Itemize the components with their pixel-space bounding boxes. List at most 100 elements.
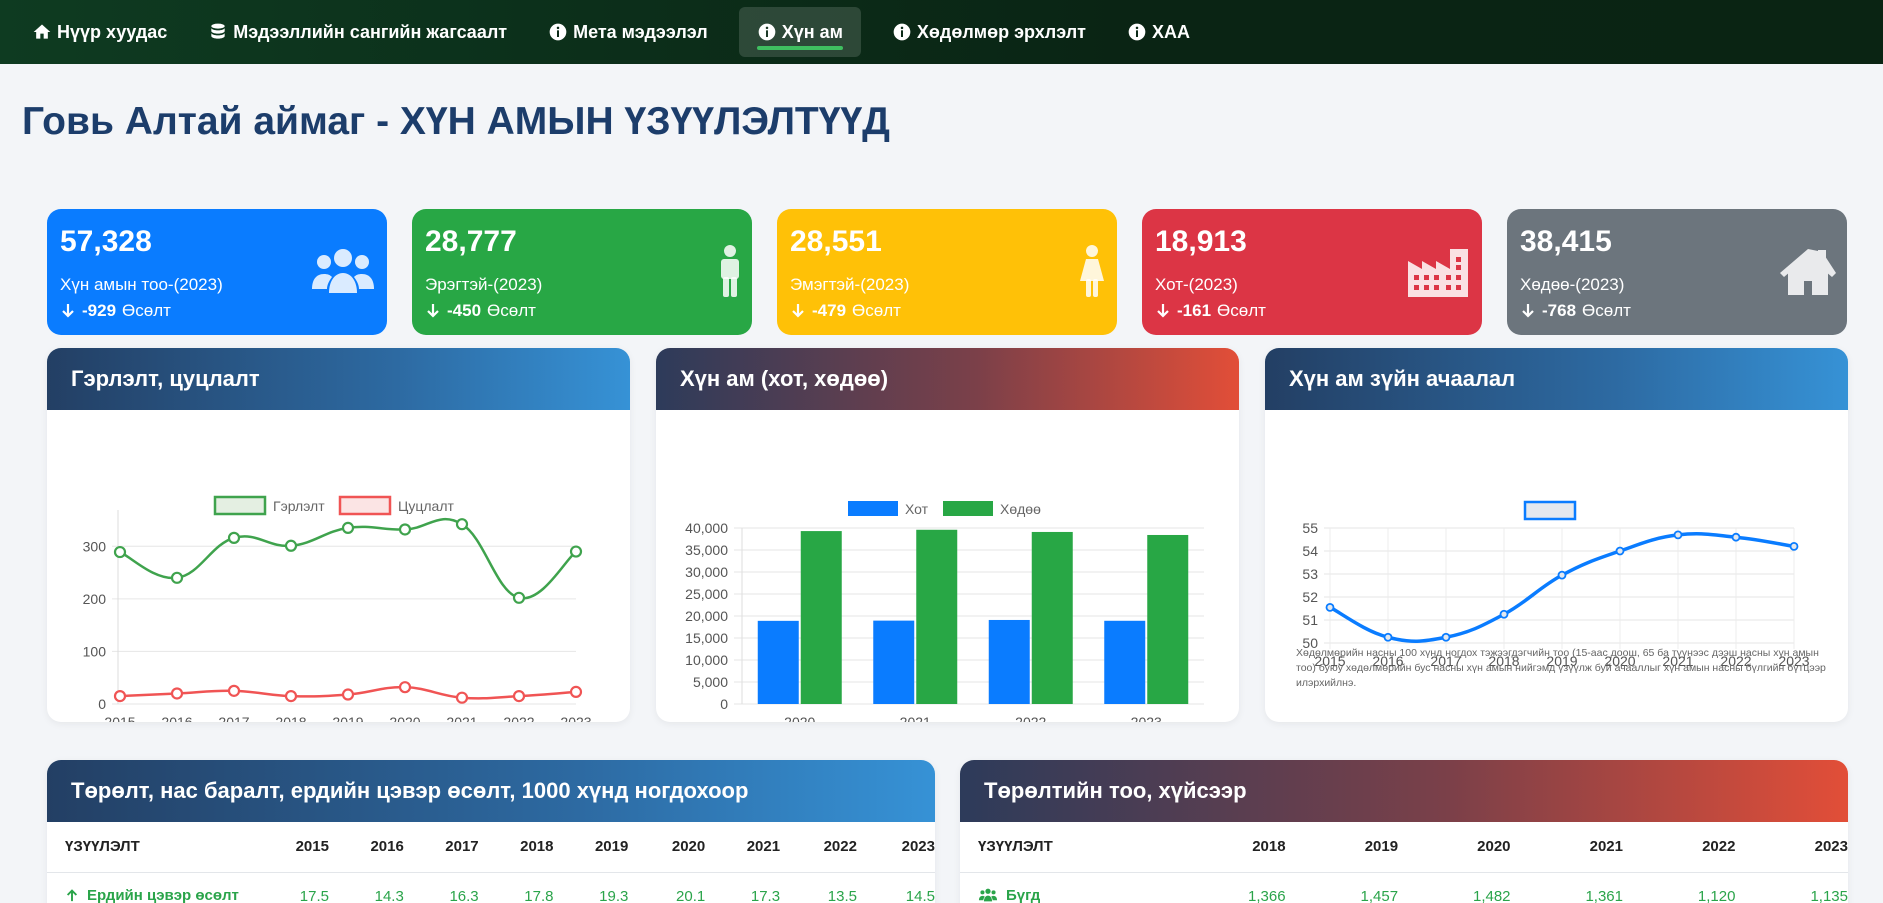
data-point — [284, 690, 298, 703]
stat-change-label: Өсөлт — [487, 301, 536, 320]
nav-item-database-list[interactable]: Мэдээллийн сангийн жагсаалт — [198, 7, 517, 57]
y-tick-label: 200 — [83, 591, 107, 607]
table-header: 2020 — [628, 822, 706, 873]
nav-item-employment[interactable]: Хөдөлмөр эрхлэлт — [882, 7, 1096, 57]
table-cell: 16.3 — [449, 887, 479, 903]
panel-marriage-divorce: Гэрлэлт, цуцлалт 0 100 200 300 2015 2016 2017 2… — [47, 348, 630, 722]
male-icon — [718, 245, 742, 302]
y-tick-label: 30,000 — [685, 564, 728, 580]
table-header: 2020 — [1398, 822, 1511, 873]
nav-item-label: ХАА — [1151, 21, 1190, 42]
table-header: 2022 — [1623, 822, 1736, 873]
stat-change: -479 Өсөлт — [790, 301, 1104, 321]
stat-label: Эрэгтэй-(2023) — [425, 275, 543, 294]
legend-label: Гэрлэлт — [273, 498, 325, 514]
table-header: 2016 — [328, 822, 404, 873]
table-cell: 14.3 — [374, 887, 404, 903]
y-tick-label: 55 — [1302, 520, 1318, 536]
data-point — [569, 685, 583, 699]
top-nav: Нүүр хуудас Мэдээллийн сангийн жагсаалт … — [0, 0, 1883, 64]
arrow-down-icon — [792, 304, 804, 318]
info-icon — [1128, 23, 1146, 41]
building-icon — [1406, 247, 1470, 302]
stat-card-male: 28,777 Эрэгтэй-(2023) -450 Өсөлт — [412, 209, 752, 335]
nav-item-label: Мета мэдээлэл — [573, 21, 708, 42]
x-tick-label: 2021 — [446, 714, 477, 722]
data-point — [455, 691, 469, 704]
data-point — [398, 523, 412, 536]
table-header-row: ҮЗҮҮЛЭЛТ 2018 2019 2020 2021 2022 2023 — [960, 822, 1848, 873]
table-header: 2018 — [1189, 822, 1286, 873]
row-label: Ердийн цэвэр өсөлт — [87, 886, 239, 903]
table-cell: 1,120 — [1697, 887, 1736, 903]
urban-rural-chart: 0 5,000 10,000 15,000 20,000 25,000 30,000 35,0… — [685, 501, 1204, 722]
table-header: 2021 — [705, 822, 781, 873]
stat-change-label: Өсөлт — [1217, 301, 1266, 320]
table-cell: 1,366 — [1248, 887, 1286, 903]
table-header: 2019 — [1285, 822, 1399, 873]
table-cell: 17.5 — [299, 887, 329, 903]
house-icon — [1779, 247, 1837, 300]
stat-change-value: -768 — [1542, 301, 1577, 320]
stat-change: -929 Өсөлт — [60, 301, 374, 321]
panel-birth-death-table: Төрөлт, нас баралт, ердийн цэвэр өсөлт, … — [47, 760, 935, 903]
stat-change-value: -929 — [82, 301, 117, 320]
bar — [988, 619, 1030, 704]
info-icon — [549, 23, 567, 41]
nav-item-agriculture[interactable]: ХАА — [1117, 7, 1200, 57]
legend-label: Хот — [905, 501, 929, 517]
bar — [916, 529, 958, 704]
x-tick-label: 2022 — [1015, 714, 1046, 722]
y-tick-label: 300 — [83, 538, 107, 554]
stat-change-value: -161 — [1177, 301, 1212, 320]
x-tick-label: 2016 — [161, 714, 192, 722]
y-tick-label: 100 — [83, 643, 107, 659]
y-tick-label: 20,000 — [685, 608, 728, 624]
y-tick-label: 0 — [98, 696, 106, 712]
table-header: 2023 — [856, 822, 935, 873]
table-header: ҮЗҮҮЛЭЛТ — [960, 822, 1190, 873]
y-tick-label: 53 — [1302, 566, 1318, 582]
y-tick-label: 40,000 — [685, 520, 728, 536]
data-point — [569, 545, 583, 558]
x-tick-label: 2015 — [104, 714, 135, 722]
stat-card-urban: 18,913 Хот-(2023) -161 Өсөлт — [1142, 209, 1482, 335]
data-point — [398, 681, 412, 694]
data-point — [1441, 632, 1451, 642]
birth-death-table: ҮЗҮҮЛЭЛТ 2015 2016 2017 2018 2019 2020 2… — [47, 822, 935, 903]
data-point — [455, 518, 469, 531]
table-cell: 14.5 — [905, 887, 935, 903]
data-point — [1789, 541, 1799, 551]
stat-change-value: -479 — [812, 301, 847, 320]
x-tick-label: 2018 — [275, 714, 306, 722]
y-tick-label: 25,000 — [685, 586, 728, 602]
stat-card-female: 28,551 Эмэгтэй-(2023) -479 Өсөлт — [777, 209, 1117, 335]
data-point — [284, 539, 298, 552]
bar — [757, 620, 799, 704]
users-icon — [311, 247, 375, 300]
y-tick-label: 54 — [1302, 543, 1318, 559]
info-icon — [758, 23, 776, 41]
nav-item-label: Хөдөлмөр эрхлэлт — [916, 21, 1086, 42]
nav-item-population[interactable]: Хүн ам — [738, 7, 861, 57]
table-row: Бүгд 1,366 1,457 1,482 1,361 1,120 1,135 — [960, 872, 1848, 903]
nav-item-metadata[interactable]: Мета мэдээлэл — [538, 7, 718, 57]
data-point — [1615, 546, 1625, 556]
stat-value: 28,777 — [425, 225, 517, 258]
table-cell: 1,361 — [1585, 887, 1623, 903]
x-tick-label: 2017 — [218, 714, 249, 722]
table-header-row: ҮЗҮҮЛЭЛТ 2015 2016 2017 2018 2019 2020 2… — [47, 822, 935, 873]
legend-swatch — [943, 501, 993, 516]
bar — [1147, 534, 1189, 704]
arrow-down-icon — [427, 304, 439, 318]
data-point — [113, 545, 127, 559]
panel-births-by-sex-table: Төрөлтийн тоо, хүйсээр ҮЗҮҮЛЭЛТ 2018 201… — [960, 760, 1848, 903]
nav-item-home[interactable]: Нүүр хуудас — [22, 7, 177, 57]
table-row: Ердийн цэвэр өсөлт 17.5 14.3 16.3 17.8 1… — [47, 872, 935, 903]
info-icon — [893, 23, 911, 41]
x-tick-label: 2019 — [332, 714, 363, 722]
bar — [1104, 620, 1146, 704]
x-tick-label: 2023 — [1131, 714, 1162, 722]
y-tick-label: 51 — [1302, 612, 1318, 628]
data-point — [512, 591, 526, 604]
